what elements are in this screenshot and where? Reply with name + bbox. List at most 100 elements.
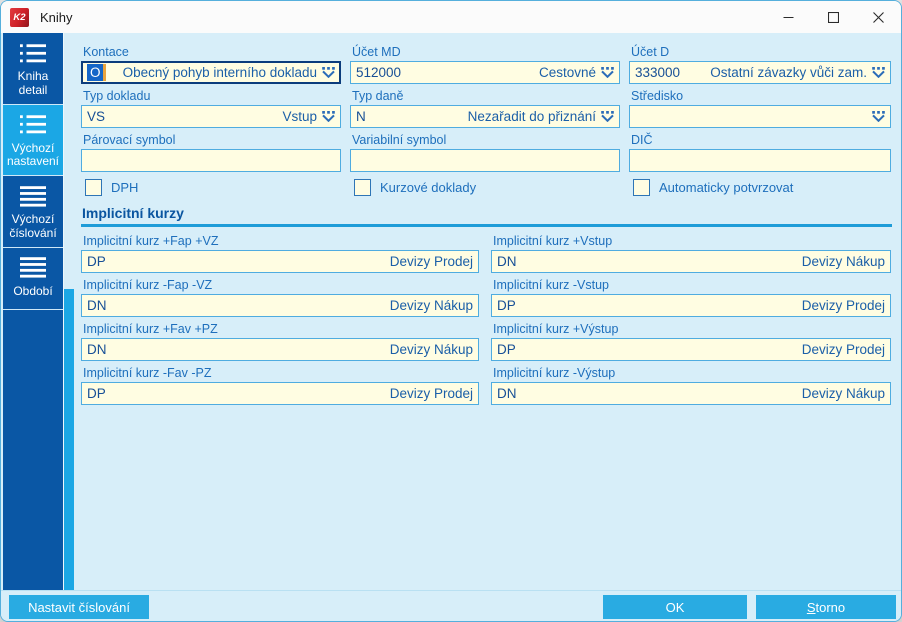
field-code-value: 333000 — [635, 65, 681, 80]
sidebar-item-kniha-detail[interactable]: Kniha detail — [3, 33, 63, 105]
ok-button[interactable]: OK — [603, 595, 747, 619]
field-code-value: DP — [87, 254, 106, 269]
field-kurz-minus-vystup: Implicitní kurz -Výstup DN Devizy Nákup — [491, 366, 891, 405]
field-desc-value: Vstup — [282, 109, 317, 124]
field-desc-value: Devizy Prodej — [389, 254, 473, 269]
field-typ-dokladu: Typ dokladu VS Vstup — [81, 89, 341, 128]
field-variabilni-symbol: Variabilní symbol — [350, 133, 620, 172]
field-input[interactable] — [350, 149, 620, 172]
field-kontace: Kontace O Obecný pohyb interního dokladu — [81, 45, 341, 84]
dropdown-icon[interactable] — [322, 67, 335, 78]
field-dic: DIČ — [629, 133, 891, 172]
sidebar: Kniha detail Výchozí nastavení Výchozí č… — [3, 33, 64, 590]
field-input[interactable]: DN Devizy Nákup — [491, 250, 891, 273]
sidebar-item-obdobi[interactable]: Období — [3, 248, 63, 310]
field-desc-value: Devizy Prodej — [801, 298, 885, 313]
sidebar-accent-strip — [64, 289, 74, 590]
checkbox-kurzove-doklady[interactable] — [354, 179, 371, 196]
menu-lines-icon — [20, 185, 46, 207]
field-input[interactable]: 333000 Ostatní závazky vůči zam. — [629, 61, 891, 84]
field-input[interactable]: DP Devizy Prodej — [491, 294, 891, 317]
field-label: Implicitní kurz -Fap -VZ — [83, 278, 213, 292]
form-content: Kontace O Obecný pohyb interního dokladu… — [64, 33, 901, 590]
field-label: Implicitní kurz +Vstup — [493, 234, 613, 248]
field-label: Implicitní kurz -Fav -PZ — [83, 366, 212, 380]
field-code-value: DN — [87, 342, 107, 357]
titlebar: K2 Knihy — [1, 1, 901, 33]
checkbox-label: Automaticky potvrzovat — [659, 180, 794, 195]
storno-button[interactable]: Storno — [756, 595, 896, 619]
field-desc-value: Ostatní závazky vůči zam. — [710, 65, 867, 80]
field-ucet-d: Účet D 333000 Ostatní závazky vůči zam. — [629, 45, 891, 84]
field-kurz-plus-fap-vz: Implicitní kurz +Fap +VZ DP Devizy Prode… — [81, 234, 479, 273]
field-parovaci-symbol: Párovací symbol — [81, 133, 341, 172]
field-label: DIČ — [631, 133, 653, 147]
field-code-value: N — [356, 109, 366, 124]
field-code-value: DN — [87, 298, 107, 313]
field-code-value: DP — [497, 298, 516, 313]
checkbox-label: Kurzové doklady — [380, 180, 477, 195]
field-ucet-md: Účet MD 512000 Cestovné — [350, 45, 620, 84]
field-kurz-plus-fav-pz: Implicitní kurz +Fav +PZ DN Devizy Nákup — [81, 322, 479, 361]
dropdown-icon[interactable] — [322, 111, 335, 122]
field-desc-value: Devizy Nákup — [801, 254, 885, 269]
dropdown-icon[interactable] — [872, 111, 885, 122]
field-input[interactable]: DN Devizy Nákup — [491, 382, 891, 405]
field-input[interactable]: DP Devizy Prodej — [81, 382, 479, 405]
sidebar-item-vychozi-nastaveni[interactable]: Výchozí nastavení — [3, 104, 63, 177]
field-kurz-minus-fap-vz: Implicitní kurz -Fap -VZ DN Devizy Nákup — [81, 278, 479, 317]
minimize-button[interactable] — [766, 1, 811, 33]
dropdown-icon[interactable] — [601, 67, 614, 78]
field-label: Účet MD — [352, 45, 401, 59]
field-input[interactable] — [81, 149, 341, 172]
field-input[interactable]: DN Devizy Nákup — [81, 294, 479, 317]
field-desc-value: Devizy Nákup — [389, 342, 473, 357]
dropdown-icon[interactable] — [872, 67, 885, 78]
field-code-value: DP — [87, 386, 106, 401]
checkbox-cell-dph: DPH — [81, 179, 341, 196]
field-kurz-minus-fav-pz: Implicitní kurz -Fav -PZ DP Devizy Prode… — [81, 366, 479, 405]
close-button[interactable] — [856, 1, 901, 33]
field-label: Účet D — [631, 45, 670, 59]
field-input[interactable]: 512000 Cestovné — [350, 61, 620, 84]
field-code-value: O — [87, 64, 106, 81]
field-input[interactable]: N Nezařadit do přiznání — [350, 105, 620, 128]
footer: Nastavit číslování OK Storno — [1, 590, 901, 621]
nastavit-cislovani-button[interactable]: Nastavit číslování — [9, 595, 149, 619]
field-input[interactable]: DP Devizy Prodej — [81, 250, 479, 273]
maximize-button[interactable] — [811, 1, 856, 33]
field-input[interactable]: VS Vstup — [81, 105, 341, 128]
field-input[interactable]: DP Devizy Prodej — [491, 338, 891, 361]
checkbox-cell-automaticky-potvrzovat: Automaticky potvrzovat — [629, 179, 891, 196]
k2-logo-icon: K2 — [10, 7, 29, 27]
field-desc-value: Cestovné — [538, 65, 596, 80]
field-label: Implicitní kurz +Fav +PZ — [83, 322, 218, 336]
sidebar-item-vychozi-cislovani[interactable]: Výchozí číslování — [3, 176, 63, 248]
section-divider — [81, 224, 892, 227]
field-code-value: VS — [87, 109, 106, 124]
field-input[interactable]: O Obecný pohyb interního dokladu — [81, 61, 341, 84]
field-desc-value: Obecný pohyb interního dokladu — [122, 65, 317, 80]
checkbox-cell-kurzove-doklady: Kurzové doklady — [350, 179, 620, 196]
field-label: Párovací symbol — [83, 133, 176, 147]
field-label: Implicitní kurz +Výstup — [493, 322, 619, 336]
field-label: Typ daně — [352, 89, 404, 103]
field-stredisko: Středisko — [629, 89, 891, 128]
field-kurz-minus-vstup: Implicitní kurz -Vstup DP Devizy Prodej — [491, 278, 891, 317]
field-desc-value: Devizy Nákup — [389, 298, 473, 313]
field-input[interactable] — [629, 105, 891, 128]
field-desc-value: Nezařadit do přiznání — [467, 109, 596, 124]
field-label: Variabilní symbol — [352, 133, 447, 147]
field-code-value: DP — [497, 342, 516, 357]
checkbox-automaticky-potvrzovat[interactable] — [633, 179, 650, 196]
field-input[interactable] — [629, 149, 891, 172]
field-label: Implicitní kurz -Vstup — [493, 278, 610, 292]
dropdown-icon[interactable] — [601, 111, 614, 122]
checkbox-dph[interactable] — [85, 179, 102, 196]
field-desc-value: Devizy Nákup — [801, 386, 885, 401]
section-title: Implicitní kurzy — [82, 205, 184, 221]
list-detail-icon — [20, 43, 46, 63]
field-kurz-plus-vystup: Implicitní kurz +Výstup DP Devizy Prodej — [491, 322, 891, 361]
field-label: Středisko — [631, 89, 684, 103]
field-input[interactable]: DN Devizy Nákup — [81, 338, 479, 361]
